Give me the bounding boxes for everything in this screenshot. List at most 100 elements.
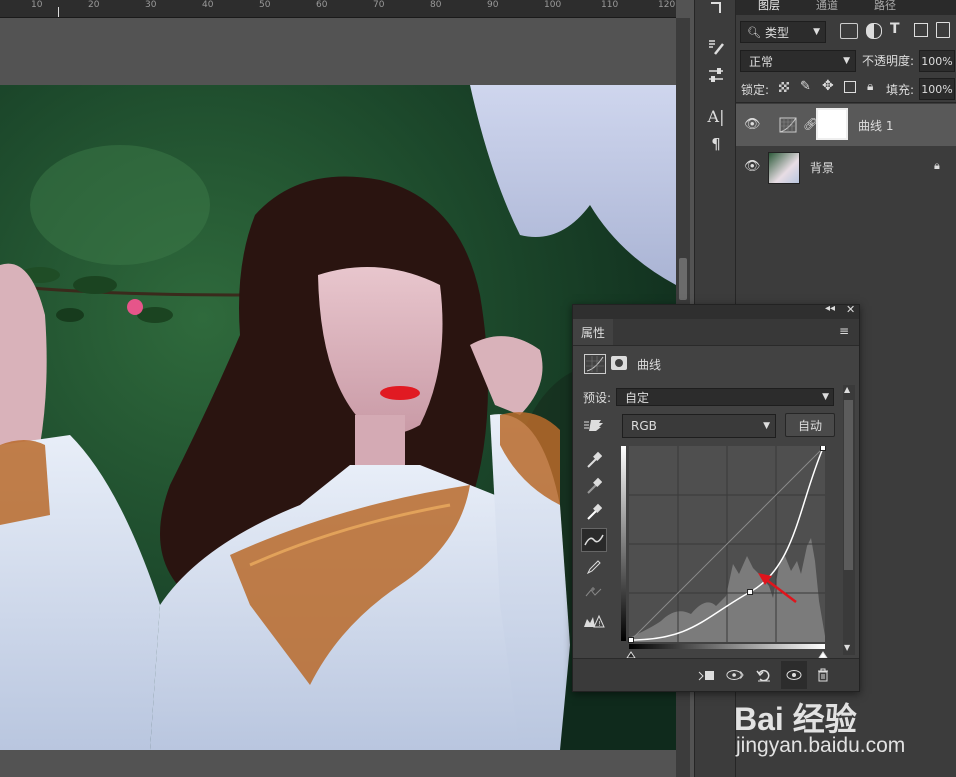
filter-adjustment-icon[interactable] <box>866 23 882 39</box>
panel-titlebar[interactable]: ◂◂ ✕ <box>573 303 859 319</box>
curves-adjustment-icon[interactable] <box>584 354 606 374</box>
adjust-sliders-icon[interactable] <box>705 64 727 86</box>
background-layer-thumbnail <box>768 152 800 184</box>
horizontal-ruler: 10 20 30 40 50 60 70 80 90 100 110 120 <box>0 0 676 18</box>
chevron-down-icon: ▼ <box>822 392 829 402</box>
delete-layer-icon[interactable] <box>814 667 832 683</box>
chevron-down-icon: ▼ <box>763 421 770 431</box>
divider <box>736 102 956 103</box>
black-point-eyedropper-icon[interactable] <box>581 448 607 472</box>
layers-panel-tabs: 图层 通道 路径 <box>736 0 956 15</box>
ruler-label: 120 <box>658 0 676 10</box>
layer-name: 背景 <box>810 161 835 175</box>
panel-menu-icon[interactable]: ≡ <box>839 324 849 338</box>
opacity-label: 不透明度: <box>862 54 915 68</box>
curves-adjustment-icon <box>774 110 804 140</box>
visibility-eye-icon[interactable]: 👁︎ <box>744 117 761 132</box>
baidu-jingyan-watermark: Bai 经验 jingyan.baidu.com <box>734 690 956 777</box>
filter-smart-object-icon[interactable] <box>936 22 950 38</box>
paragraph-panel-icon[interactable]: ¶ <box>705 133 727 155</box>
edit-points-curve-icon[interactable] <box>581 528 607 552</box>
lock-pixels-icon[interactable]: ✎ <box>800 79 811 94</box>
layer-row-curves[interactable]: 👁︎ 🔗︎ 曲线 1 <box>736 104 956 146</box>
blend-mode-value: 正常 <box>749 54 774 69</box>
svg-text:!: ! <box>598 620 601 628</box>
curve-control-point[interactable] <box>747 589 754 595</box>
filter-shape-icon[interactable] <box>914 23 928 37</box>
tab-channels[interactable]: 通道 <box>816 0 838 13</box>
lock-artboard-icon[interactable] <box>844 81 856 93</box>
layer-name: 曲线 1 <box>858 119 894 133</box>
opacity-input[interactable]: 100% <box>919 50 955 72</box>
chevron-down-icon: ▼ <box>813 27 820 37</box>
ruler-label: 80 <box>430 0 442 10</box>
search-icon: 🔍︎ <box>747 25 761 39</box>
fill-label: 填充: <box>886 83 915 97</box>
smooth-curve-icon[interactable] <box>581 581 607 605</box>
clipping-warning-icon[interactable]: ! <box>581 609 607 633</box>
preset-label: 预设: <box>583 391 612 405</box>
lock-all-icon[interactable]: 🔒︎ <box>867 79 873 94</box>
ruler-label: 110 <box>601 0 619 10</box>
filter-type-icon[interactable]: T <box>890 21 900 37</box>
layer-filter-select[interactable]: 🔍︎ 类型 ▼ <box>740 21 826 43</box>
scroll-down-icon[interactable]: ▼ <box>844 643 850 652</box>
ruler-label: 40 <box>202 0 214 10</box>
channel-select[interactable]: RGB ▼ <box>622 414 776 438</box>
gray-point-eyedropper-icon[interactable] <box>581 474 607 498</box>
scroll-up-icon[interactable]: ▲ <box>844 385 850 394</box>
white-point-eyedropper-icon[interactable] <box>581 500 607 524</box>
scrollbar-thumb[interactable] <box>844 400 853 570</box>
mask-properties-icon[interactable] <box>611 356 627 370</box>
channel-value: RGB <box>631 419 657 433</box>
output-gradient-bar <box>621 446 626 641</box>
tab-layers[interactable]: 图层 <box>758 0 780 13</box>
layer-lock-icon: 🔒︎ <box>934 159 940 172</box>
collapse-panel-icon[interactable]: ◂◂ <box>825 303 835 314</box>
visibility-eye-icon[interactable]: 👁︎ <box>744 159 761 174</box>
layer-row-background[interactable]: 👁︎ 背景 🔒︎ <box>736 146 956 188</box>
properties-panel: ◂◂ ✕ 属性 ≡ 曲线 预设: 自定 ▼ ▲ ▼ RGB ▼ 自动 ! <box>572 303 860 692</box>
curve-control-point[interactable] <box>628 637 634 643</box>
targeted-adjustment-hand-icon[interactable] <box>581 413 607 437</box>
tab-properties[interactable]: 属性 <box>573 319 613 345</box>
preset-value: 自定 <box>625 390 650 405</box>
ruler-label: 10 <box>31 0 43 10</box>
history-icon[interactable] <box>705 0 727 16</box>
lock-position-icon[interactable]: ✥ <box>822 78 834 94</box>
lock-label: 锁定: <box>741 83 770 97</box>
watermark-url: jingyan.baidu.com <box>736 734 906 757</box>
input-gradient-bar <box>629 644 825 649</box>
view-previous-state-icon[interactable] <box>726 667 744 683</box>
ruler-label: 100 <box>544 0 562 10</box>
clip-to-layer-icon[interactable] <box>697 667 715 683</box>
ruler-label: 70 <box>373 0 385 10</box>
properties-bottom-bar <box>573 658 859 691</box>
properties-scrollbar[interactable]: ▲ ▼ <box>843 385 855 655</box>
filter-pixel-icon[interactable] <box>840 23 858 39</box>
curves-graph[interactable] <box>621 446 831 660</box>
chevron-down-icon: ▼ <box>843 56 850 66</box>
lock-transparency-icon[interactable] <box>779 82 789 92</box>
adjustment-title: 曲线 <box>637 358 662 372</box>
character-panel-icon[interactable]: A| <box>705 105 727 127</box>
close-icon[interactable]: ✕ <box>846 303 855 316</box>
layer-mask-thumbnail[interactable] <box>816 108 848 140</box>
preset-select[interactable]: 自定 ▼ <box>616 388 834 406</box>
properties-tab-bar: 属性 ≡ <box>573 319 859 346</box>
tab-paths[interactable]: 路径 <box>874 0 896 13</box>
fill-input[interactable]: 100% <box>919 78 955 100</box>
ruler-cursor-marker <box>58 7 59 17</box>
brush-settings-icon[interactable] <box>705 36 727 58</box>
ruler-label: 20 <box>88 0 100 10</box>
reset-adjustments-icon[interactable] <box>755 667 773 683</box>
scrollbar-thumb[interactable] <box>679 258 687 300</box>
curve-control-point[interactable] <box>820 446 826 451</box>
ruler-label: 30 <box>145 0 157 10</box>
blend-mode-select[interactable]: 正常 ▼ <box>740 50 856 72</box>
toggle-layer-visibility-icon[interactable] <box>781 661 807 689</box>
layer-filter-label: 类型 <box>764 25 789 40</box>
ruler-label: 50 <box>259 0 271 10</box>
auto-button[interactable]: 自动 <box>785 413 835 437</box>
draw-curve-pencil-icon[interactable] <box>581 555 607 579</box>
